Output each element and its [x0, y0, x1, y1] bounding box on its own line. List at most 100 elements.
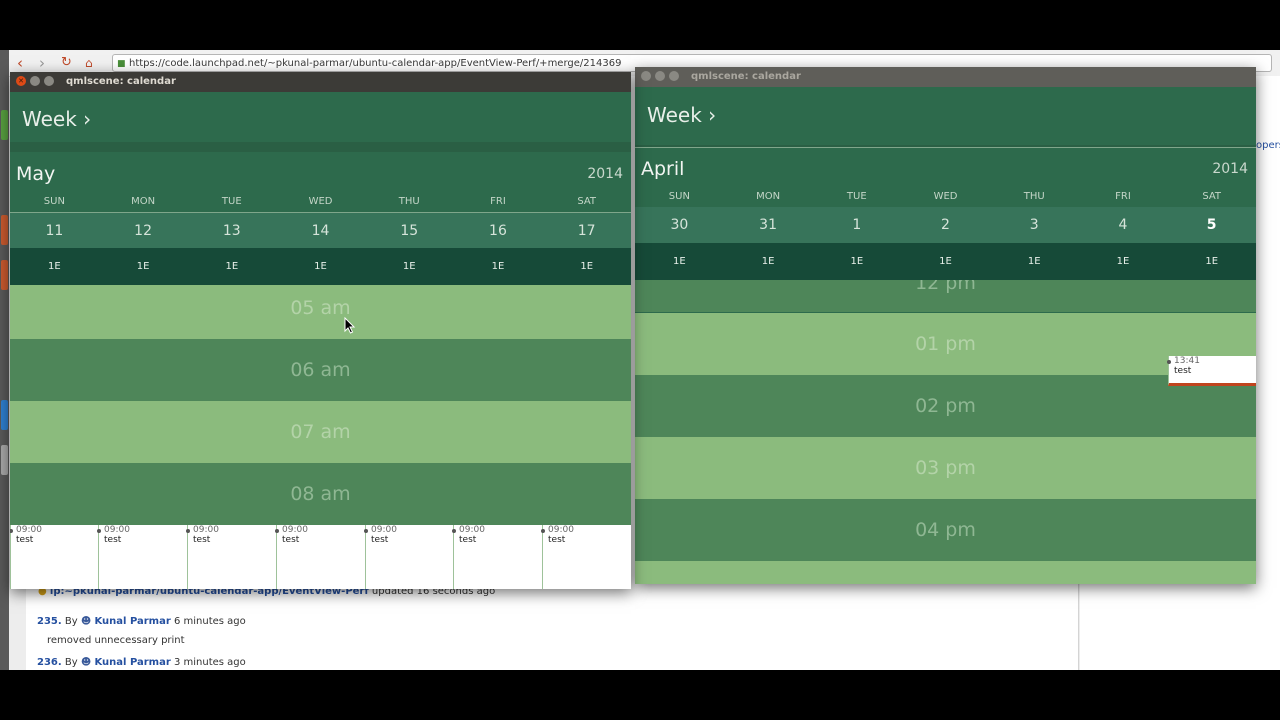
- revision-time: 6 minutes ago: [173, 616, 246, 627]
- event-card[interactable]: 09:00 test: [275, 525, 365, 589]
- maximize-icon[interactable]: [669, 71, 679, 81]
- event-card[interactable]: 09:00 test: [186, 525, 276, 589]
- title-bar: ✕ qmlscene: calendar: [10, 72, 631, 92]
- event-title: test: [104, 535, 122, 545]
- event-dot: [186, 529, 190, 533]
- author-link[interactable]: Kunal Parmar: [94, 616, 170, 627]
- date-cell[interactable]: 14: [276, 213, 365, 249]
- view-switcher[interactable]: Week ›: [22, 107, 91, 131]
- event-count[interactable]: 1E: [990, 243, 1079, 280]
- sidebar-link[interactable]: opers: [1256, 140, 1280, 151]
- lock-icon: ■: [117, 59, 126, 69]
- event-card[interactable]: 09:00 test: [541, 525, 631, 589]
- date-row: 30 31 1 2 3 4 5: [635, 207, 1256, 243]
- date-cell[interactable]: 3: [990, 207, 1079, 243]
- event-time: 09:00: [371, 525, 397, 535]
- event-title: test: [193, 535, 211, 545]
- unity-launcher: [0, 50, 9, 670]
- week-header[interactable]: Week ›: [10, 92, 631, 152]
- event-count[interactable]: 1E: [99, 248, 188, 285]
- launcher-item-3[interactable]: [1, 260, 8, 290]
- event-count[interactable]: 1E: [365, 248, 454, 285]
- hour-label: 12 pm: [915, 280, 976, 294]
- event-count[interactable]: 1E: [724, 243, 813, 280]
- revision-number[interactable]: 235.: [37, 616, 62, 627]
- weekday-sun: SUN: [43, 196, 65, 207]
- revision-236: 236. By ☻ Kunal Parmar 3 minutes ago: [37, 657, 246, 668]
- weekday-fri: FRI: [1115, 191, 1131, 202]
- event-count-row: 1E 1E 1E 1E 1E 1E 1E: [10, 248, 631, 285]
- date-cell-today[interactable]: 5: [1167, 207, 1256, 243]
- event-title: test: [371, 535, 389, 545]
- reload-icon[interactable]: ↻: [61, 54, 72, 72]
- launcher-item-4[interactable]: [1, 400, 8, 430]
- date-cell[interactable]: 2: [901, 207, 990, 243]
- view-switcher[interactable]: Week ›: [647, 103, 716, 127]
- person-icon: ☻: [80, 657, 92, 668]
- author-link[interactable]: Kunal Parmar: [94, 657, 170, 668]
- minimize-icon[interactable]: [30, 76, 40, 86]
- event-dot: [1167, 360, 1171, 364]
- event-count[interactable]: 1E: [1079, 243, 1168, 280]
- date-cell[interactable]: 13: [187, 213, 276, 249]
- calendar-window-april: qmlscene: calendar Week › April 2014 SUN…: [635, 67, 1256, 584]
- event-time: 09:00: [459, 525, 485, 535]
- launcher-item-2[interactable]: [1, 215, 8, 245]
- event-card[interactable]: 09:00 test: [10, 525, 99, 589]
- title-bar: qmlscene: calendar: [635, 67, 1256, 87]
- weekday-sat: SAT: [1202, 191, 1222, 202]
- event-count[interactable]: 1E: [454, 248, 543, 285]
- weekday-tue: TUE: [846, 191, 867, 202]
- weekday-mon: MON: [131, 196, 156, 207]
- date-cell[interactable]: 11: [10, 213, 99, 249]
- weekday-fri: FRI: [490, 196, 506, 207]
- event-count[interactable]: 1E: [542, 248, 631, 285]
- date-cell[interactable]: 31: [724, 207, 813, 243]
- date-cell[interactable]: 30: [635, 207, 724, 243]
- hour-row: 08 am: [10, 463, 631, 525]
- back-icon[interactable]: ‹: [17, 54, 23, 72]
- weekday-row: SUN MON TUE WED THU FRI SAT: [10, 192, 631, 212]
- week-header[interactable]: Week ›: [635, 87, 1256, 147]
- event-count[interactable]: 1E: [812, 243, 901, 280]
- by-label: By: [64, 616, 78, 627]
- close-icon[interactable]: [641, 71, 651, 81]
- date-cell[interactable]: 15: [365, 213, 454, 249]
- revision-number[interactable]: 236.: [37, 657, 62, 668]
- home-icon[interactable]: ⌂: [85, 54, 93, 72]
- maximize-icon[interactable]: [44, 76, 54, 86]
- event-count[interactable]: 1E: [187, 248, 276, 285]
- event-card[interactable]: 09:00 test: [364, 525, 454, 589]
- hour-label: 02 pm: [915, 395, 976, 417]
- date-cell[interactable]: 12: [99, 213, 188, 249]
- timeline[interactable]: 05 am 06 am 07 am 08 am 09:00 test 09:00 t…: [10, 285, 631, 589]
- event-card[interactable]: 13:41 test: [1167, 356, 1256, 386]
- date-cell[interactable]: 4: [1079, 207, 1168, 243]
- event-time: 09:00: [548, 525, 574, 535]
- forward-icon[interactable]: ›: [39, 54, 45, 72]
- hour-label: 03 pm: [915, 457, 976, 479]
- date-cell[interactable]: 17: [542, 213, 631, 249]
- event-title: test: [1174, 366, 1192, 376]
- launcher-item-1[interactable]: [1, 110, 8, 140]
- weekday-sun: SUN: [668, 191, 690, 202]
- event-count[interactable]: 1E: [276, 248, 365, 285]
- date-cell[interactable]: 16: [454, 213, 543, 249]
- revision-time: 3 minutes ago: [173, 657, 246, 668]
- hour-row: 01 pm: [635, 313, 1256, 375]
- event-count[interactable]: 1E: [635, 243, 724, 280]
- event-count[interactable]: 1E: [10, 248, 99, 285]
- minimize-icon[interactable]: [655, 71, 665, 81]
- launcher-item-5[interactable]: [1, 445, 8, 475]
- month-label: April: [641, 158, 685, 180]
- weekday-mon: MON: [756, 191, 781, 202]
- hour-label: 04 pm: [915, 519, 976, 541]
- event-count[interactable]: 1E: [1167, 243, 1256, 280]
- timeline[interactable]: 12 pm 01 pm 02 pm 03 pm 04 pm 13:41 test: [635, 280, 1256, 584]
- hour-label: 06 am: [290, 359, 351, 381]
- date-cell[interactable]: 1: [812, 207, 901, 243]
- event-card[interactable]: 09:00 test: [97, 525, 187, 589]
- event-count[interactable]: 1E: [901, 243, 990, 280]
- event-card[interactable]: 09:00 test: [452, 525, 542, 589]
- close-icon[interactable]: ✕: [16, 76, 26, 86]
